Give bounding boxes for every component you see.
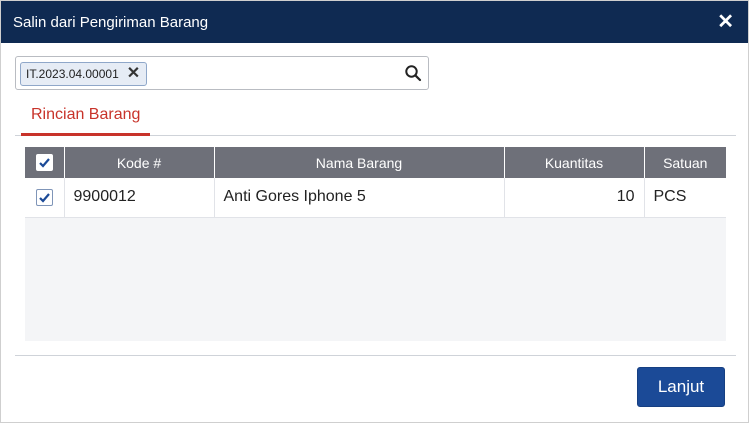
delivery-search-input[interactable]: IT.2023.04.00001 ✕	[15, 56, 429, 90]
item-grid: Kode # Nama Barang Kuantitas Satuan 9900…	[25, 147, 726, 341]
cell-kuantitas: 10	[504, 178, 645, 218]
selected-delivery-tag: IT.2023.04.00001 ✕	[20, 62, 148, 86]
selected-delivery-tag-label: IT.2023.04.00001	[26, 67, 119, 81]
check-icon	[38, 158, 50, 169]
select-all-header	[25, 147, 65, 178]
column-header-nama-barang[interactable]: Nama Barang	[214, 147, 505, 178]
column-header-satuan[interactable]: Satuan	[644, 147, 726, 178]
next-button[interactable]: Lanjut	[637, 367, 725, 407]
cell-nama-barang: Anti Gores Iphone 5	[214, 178, 505, 218]
dialog-titlebar: Salin dari Pengiriman Barang ✕	[1, 1, 748, 43]
cell-kode: 9900012	[64, 178, 215, 218]
close-icon[interactable]: ✕	[717, 12, 734, 32]
check-icon	[38, 192, 50, 203]
select-all-checkbox[interactable]	[35, 154, 53, 172]
table-row[interactable]: 9900012 Anti Gores Iphone 5 10 PCS	[25, 178, 726, 218]
table-header-row: Kode # Nama Barang Kuantitas Satuan	[25, 147, 726, 178]
cell-satuan: PCS	[644, 178, 726, 218]
row-select-checkbox[interactable]	[35, 188, 53, 206]
column-header-kode[interactable]: Kode #	[64, 147, 215, 178]
tab-rincian-barang[interactable]: Rincian Barang	[21, 98, 151, 136]
remove-tag-close-icon[interactable]: ✕	[127, 66, 140, 82]
dialog-title: Salin dari Pengiriman Barang	[13, 13, 209, 31]
footer-divider	[15, 355, 736, 356]
tab-bar: Rincian Barang	[15, 98, 736, 136]
column-header-kuantitas[interactable]: Kuantitas	[504, 147, 645, 178]
row-select-cell	[25, 178, 65, 218]
search-icon[interactable]	[404, 64, 422, 82]
item-table: Kode # Nama Barang Kuantitas Satuan 9900…	[25, 147, 726, 218]
copy-from-delivery-dialog: Salin dari Pengiriman Barang ✕ IT.2023.0…	[0, 0, 749, 423]
